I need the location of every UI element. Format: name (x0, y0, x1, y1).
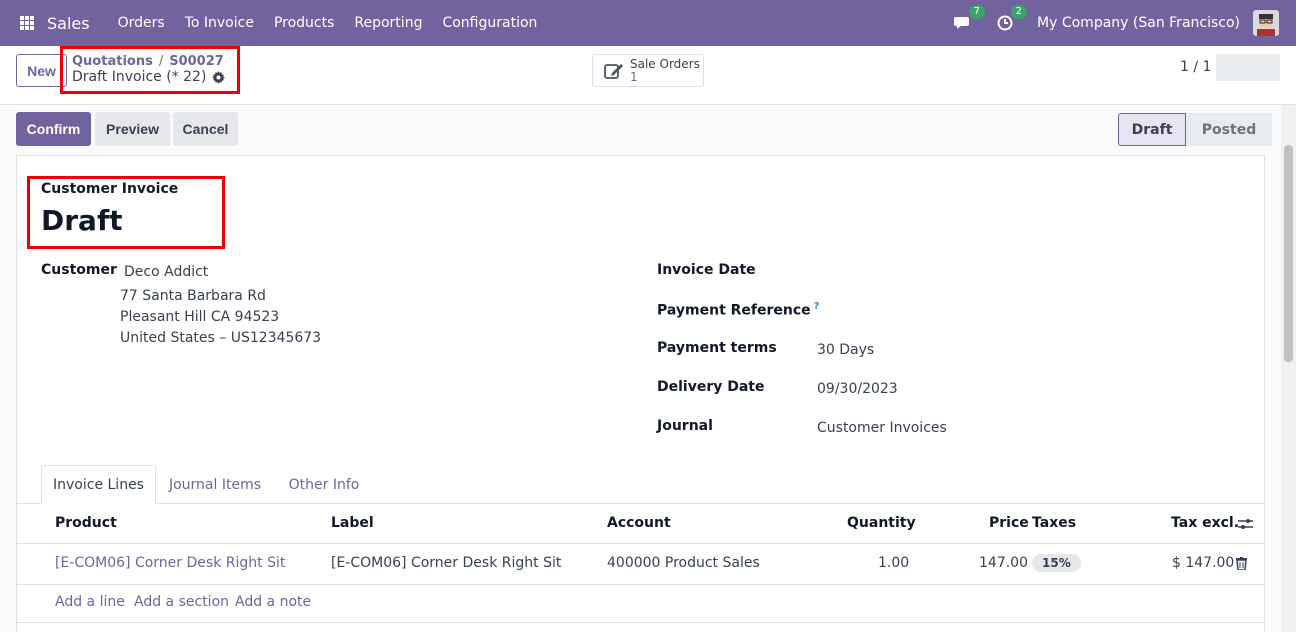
payment-reference-label-row: Payment Reference? (657, 301, 819, 319)
confirm-button[interactable]: Confirm (16, 112, 91, 146)
messages-badge: 7 (968, 5, 986, 19)
row-price[interactable]: 147.00 (979, 555, 1028, 571)
record-title-row: Draft Invoice (* 22) (72, 69, 226, 85)
address-line-1: 77 Santa Barbara Rd (120, 288, 266, 304)
apps-grid-icon[interactable] (20, 16, 34, 30)
record-title: Draft Invoice (* 22) (72, 69, 207, 85)
clock-icon (997, 15, 1013, 31)
add-note-link[interactable]: Add a note (235, 594, 311, 610)
add-links-row: Add a line Add a section Add a note (16, 585, 1265, 623)
scrollbar-thumb[interactable] (1284, 145, 1293, 362)
column-quantity[interactable]: Quantity (847, 515, 916, 531)
payment-terms-field[interactable]: 30 Days (817, 342, 874, 358)
payment-reference-label: Payment Reference (657, 302, 811, 319)
invoice-lines-header: Product Label Account Quantity Price Tax… (16, 504, 1265, 544)
optional-columns-icon[interactable] (1238, 517, 1253, 531)
table-row[interactable]: [E-COM06] Corner Desk Right Sit [E-COM06… (16, 544, 1265, 585)
preview-button[interactable]: Preview (95, 112, 170, 146)
pager-previous-button[interactable] (1216, 54, 1248, 81)
user-avatar[interactable] (1253, 10, 1279, 36)
breadcrumb-order[interactable]: S00027 (169, 54, 224, 69)
app-name[interactable]: Sales (47, 14, 90, 33)
address-line-3: United States – US12345673 (120, 330, 322, 346)
action-bar: Confirm Preview Cancel Draft Posted (0, 105, 1296, 155)
tab-invoice-lines[interactable]: Invoice Lines (41, 465, 156, 505)
activities-badge: 2 (1010, 5, 1028, 19)
row-label[interactable]: [E-COM06] Corner Desk Right Sit (331, 555, 561, 571)
vertical-scrollbar[interactable] (1281, 105, 1296, 632)
journal-label: Journal (657, 418, 713, 434)
tax-badge[interactable]: 15% (1032, 554, 1081, 572)
trash-icon[interactable] (1236, 557, 1247, 570)
row-quantity[interactable]: 1.00 (878, 555, 909, 571)
notebook-tabs: Invoice Lines Journal Items Other Info (16, 465, 1265, 505)
status-bar: Draft Posted (1118, 113, 1272, 146)
smart-button-label: Sale Orders (630, 56, 700, 71)
row-account[interactable]: 400000 Product Sales (607, 555, 760, 571)
column-product[interactable]: Product (55, 515, 117, 531)
pager-next-button[interactable] (1248, 54, 1280, 81)
add-line-link[interactable]: Add a line (55, 594, 125, 610)
column-price[interactable]: Price (989, 515, 1029, 531)
stage-posted[interactable]: Posted (1186, 113, 1272, 146)
column-taxes[interactable]: Taxes (1032, 515, 1076, 531)
invoice-date-field[interactable] (817, 262, 1117, 282)
menu-to-invoice[interactable]: To Invoice (185, 15, 254, 31)
delivery-date-label: Delivery Date (657, 379, 765, 395)
company-switcher[interactable]: My Company (San Francisco) (1037, 15, 1240, 31)
delivery-date-field[interactable]: 09/30/2023 (817, 381, 898, 397)
address-line-2: Pleasant Hill CA 94523 (120, 309, 280, 325)
pager-value[interactable]: 1 / 1 (1180, 59, 1211, 75)
stage-draft[interactable]: Draft (1118, 113, 1186, 146)
add-section-link[interactable]: Add a section (134, 594, 229, 610)
menu-configuration[interactable]: Configuration (442, 15, 537, 31)
top-navbar: Sales Orders To Invoice Products Reporti… (0, 0, 1296, 46)
document-name: Draft (41, 204, 123, 237)
invoice-date-label: Invoice Date (657, 262, 756, 278)
menu-reporting[interactable]: Reporting (354, 15, 422, 31)
column-label[interactable]: Label (331, 515, 374, 531)
customer-label: Customer (41, 262, 117, 278)
row-tax-excl: $ 147.00 (1172, 555, 1235, 571)
activities-button[interactable]: 2 (995, 5, 1028, 33)
gear-icon[interactable] (212, 70, 226, 84)
smart-button-count: 1 (630, 69, 638, 84)
menu-products[interactable]: Products (274, 15, 334, 31)
breadcrumb-separator: / (158, 54, 164, 69)
journal-field[interactable]: Customer Invoices (817, 420, 947, 436)
sale-orders-smart-button[interactable]: Sale Orders 1 (592, 54, 704, 87)
tab-other-info[interactable]: Other Info (282, 465, 366, 504)
chat-icon (954, 17, 970, 29)
column-tax-excl[interactable]: Tax excl. (1171, 515, 1239, 531)
edit-icon (604, 63, 623, 79)
help-icon[interactable]: ? (814, 301, 820, 312)
cancel-button[interactable]: Cancel (173, 112, 238, 146)
column-account[interactable]: Account (607, 515, 671, 531)
messages-button[interactable]: 7 (953, 5, 986, 33)
breadcrumb-quotations[interactable]: Quotations (72, 54, 153, 69)
menu-orders[interactable]: Orders (118, 15, 165, 31)
tab-journal-items[interactable]: Journal Items (162, 465, 268, 504)
payment-terms-label: Payment terms (657, 340, 777, 356)
row-product[interactable]: [E-COM06] Corner Desk Right Sit (55, 555, 285, 571)
breadcrumb: Quotations / S00027 (72, 54, 224, 69)
control-panel: New Quotations / S00027 Draft Invoice (* 2… (0, 46, 1296, 105)
customer-field[interactable]: Deco Addict (124, 264, 208, 280)
document-type: Customer Invoice (41, 181, 179, 197)
